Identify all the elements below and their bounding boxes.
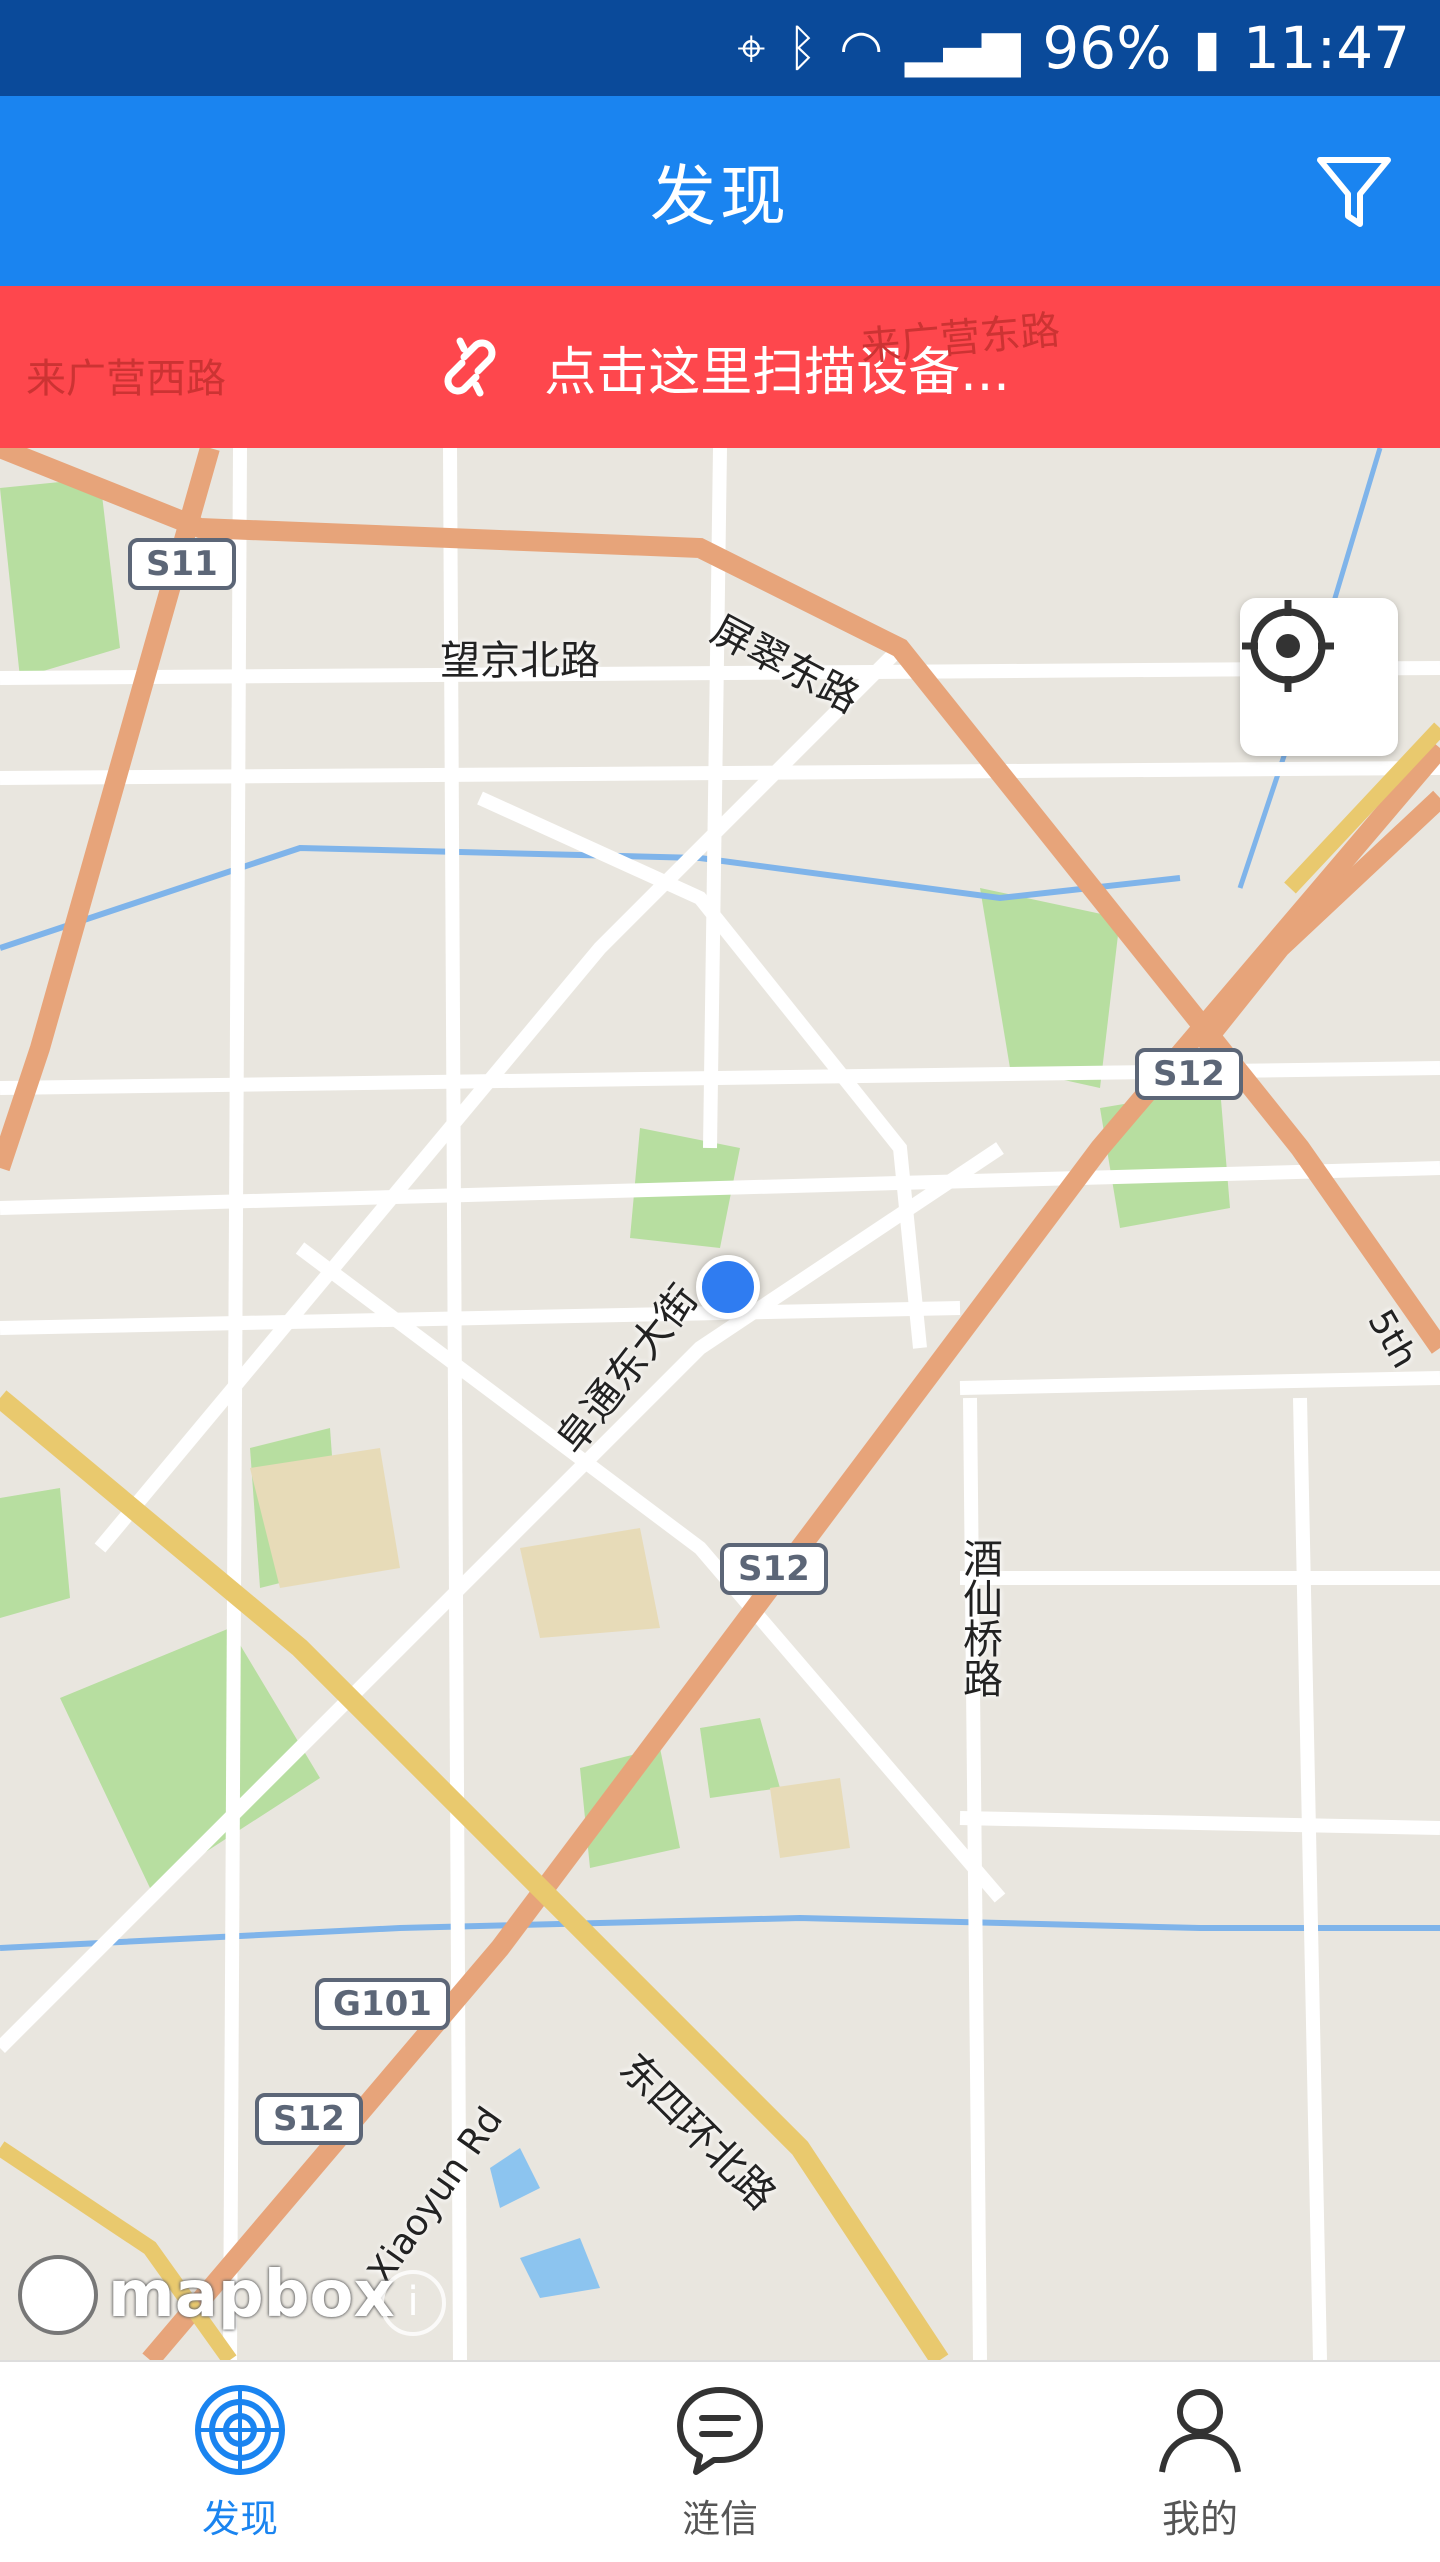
- bluetooth-icon: ᛒ: [787, 19, 818, 77]
- attribution-info-icon[interactable]: i: [380, 2270, 446, 2336]
- map-view[interactable]: 望京北路 屏翠东路 阜通东大街 酒仙桥路 东四环北路 Xiaoyun Rd 5t…: [0, 448, 1440, 2360]
- map-label: 来广营东路: [858, 307, 1062, 371]
- highway-shield: S12: [255, 2093, 363, 2145]
- nav-profile[interactable]: 我的: [960, 2362, 1440, 2562]
- battery-percent: 96%: [1042, 14, 1172, 82]
- highway-shield: S11: [128, 538, 236, 590]
- filter-button[interactable]: [1306, 144, 1402, 240]
- wifi-icon: ◠: [839, 19, 884, 77]
- scan-device-banner[interactable]: 来广营西路 来广营东路 点击这里扫描设备...: [0, 286, 1440, 448]
- locate-me-button[interactable]: [1240, 598, 1398, 756]
- mapbox-logo-icon: [18, 2255, 98, 2335]
- crosshair-icon: [1242, 600, 1334, 692]
- nav-discover[interactable]: 发现: [0, 2362, 480, 2562]
- nav-profile-label: 我的: [1161, 2496, 1238, 2541]
- battery-icon: ▮: [1193, 19, 1221, 77]
- map-label: 来广营西路: [26, 356, 226, 402]
- page-title: 发现: [650, 158, 790, 235]
- app-bar: 发现: [0, 96, 1440, 286]
- status-bar: ⌖ ᛒ ◠ ▂▄▆ 96% ▮ 11:47: [0, 0, 1440, 96]
- mapbox-logo[interactable]: mapbox: [18, 2255, 395, 2335]
- nav-messages[interactable]: 涟信: [480, 2362, 960, 2562]
- nav-discover-label: 发现: [201, 2496, 278, 2541]
- highway-shield: S12: [720, 1543, 828, 1595]
- filter-icon: [1317, 157, 1391, 227]
- map-label: 酒仙桥路: [956, 1538, 1002, 1698]
- map-label: 望京北路: [440, 638, 600, 684]
- clock: 11:47: [1242, 14, 1410, 82]
- bottom-nav: 发现 涟信 我的: [0, 2360, 1440, 2562]
- highway-shield: S12: [1135, 1048, 1243, 1100]
- radar-icon: [195, 2384, 285, 2475]
- user-icon: [1159, 2388, 1241, 2473]
- highway-shield: G101: [315, 1978, 450, 2030]
- map-canvas: [0, 448, 1440, 2360]
- link-icon: [444, 337, 496, 397]
- signal-icon: ▂▄▆: [905, 19, 1021, 77]
- nav-messages-label: 涟信: [681, 2496, 758, 2541]
- mapbox-wordmark: mapbox: [108, 2258, 395, 2332]
- chat-bubble-icon: [677, 2386, 763, 2475]
- current-location-marker: [696, 1255, 760, 1319]
- location-icon: ⌖: [737, 19, 766, 77]
